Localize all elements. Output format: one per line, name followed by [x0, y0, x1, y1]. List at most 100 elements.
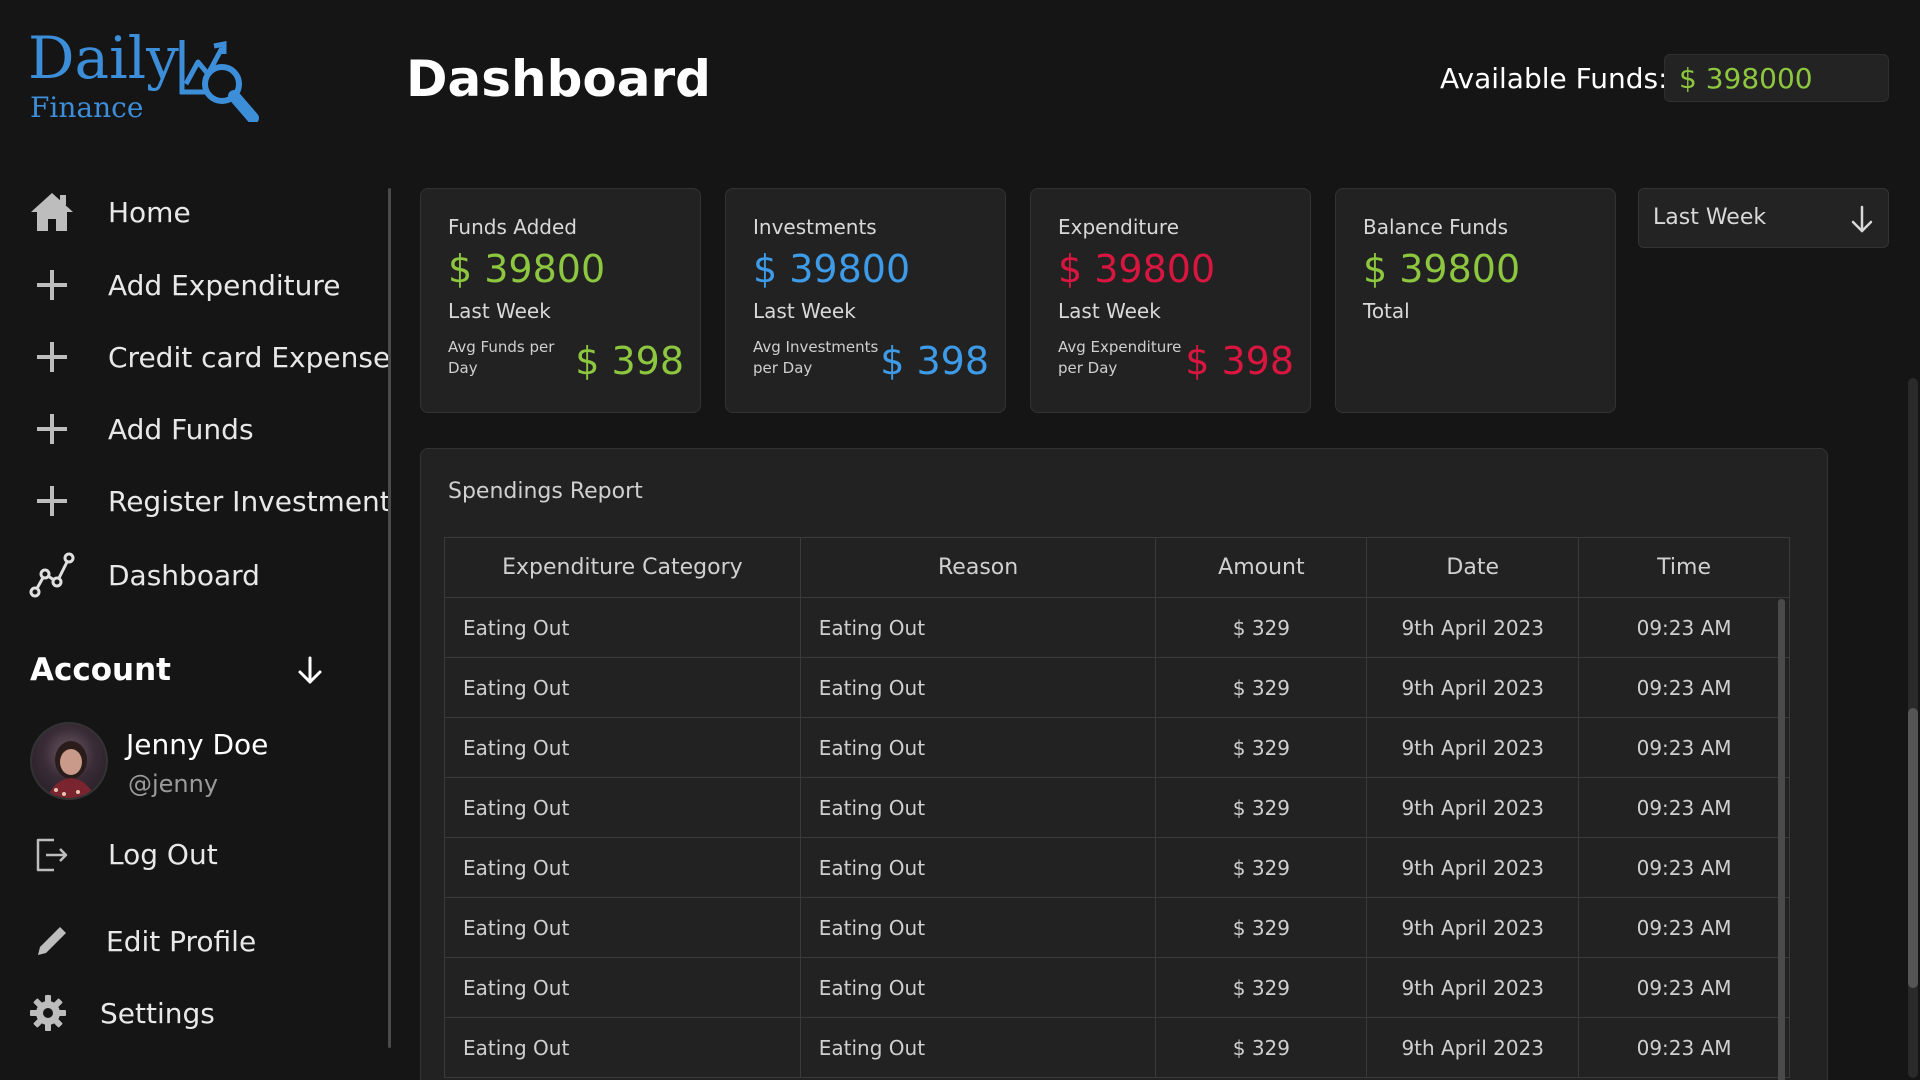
table-row[interactable]: Eating Out Eating Out $ 329 9th April 20…	[444, 597, 1790, 658]
column-header[interactable]: Date	[1366, 537, 1580, 598]
account-title: Account	[30, 652, 171, 688]
card-title: Investments	[753, 215, 877, 239]
sidebar-item-label: Dashboard	[108, 558, 260, 592]
logout-icon	[28, 830, 76, 878]
card-avg-label: Avg Expenditure per Day	[1058, 338, 1182, 377]
cell-category: Eating Out	[444, 1017, 801, 1078]
card-title: Balance Funds	[1363, 215, 1508, 239]
app-window: Daily Finance Home Add Expenditure Credi…	[0, 0, 1920, 1080]
card-period: Total	[1363, 299, 1410, 323]
cell-category: Eating Out	[444, 777, 801, 838]
card-avg-label: Avg Funds per Day	[448, 338, 555, 377]
chart-line-icon	[28, 551, 76, 599]
cell-reason: Eating Out	[799, 1017, 1157, 1078]
page-scrollbar[interactable]	[1908, 378, 1918, 1078]
table-row[interactable]: Eating Out Eating Out $ 329 9th April 20…	[444, 897, 1790, 958]
cell-reason: Eating Out	[799, 717, 1157, 778]
logo-wordmark: Daily	[28, 24, 179, 92]
cell-time: 09:23 AM	[1578, 897, 1790, 958]
cell-reason: Eating Out	[799, 657, 1157, 718]
sidebar-item-label: Register Investment	[108, 484, 391, 518]
cell-date: 9th April 2023	[1366, 777, 1580, 838]
sidebar-divider	[388, 188, 391, 1048]
column-header[interactable]: Expenditure Category	[444, 537, 801, 598]
settings-button[interactable]: Settings	[24, 985, 384, 1041]
card-title: Funds Added	[448, 215, 577, 239]
table-row[interactable]: Eating Out Eating Out $ 329 9th April 20…	[444, 657, 1790, 718]
logo-subtitle: Finance	[30, 91, 144, 124]
cell-time: 09:23 AM	[1578, 657, 1790, 718]
card-avg-value: $ 398	[575, 339, 684, 383]
edit-profile-label: Edit Profile	[106, 924, 257, 958]
sidebar-item-home[interactable]: Home	[28, 184, 388, 240]
cell-amount: $ 329	[1155, 717, 1368, 778]
sidebar-item-label: Credit card Expense	[108, 340, 391, 374]
arrow-down-icon[interactable]	[292, 652, 328, 688]
table-row[interactable]: Eating Out Eating Out $ 329 9th April 20…	[444, 777, 1790, 838]
available-funds-label: Available Funds:	[1440, 62, 1668, 95]
arrow-down-icon	[1851, 205, 1873, 233]
table-row[interactable]: Eating Out Eating Out $ 329 9th April 20…	[444, 717, 1790, 778]
table-row[interactable]: Eating Out Eating Out $ 329 9th April 20…	[444, 1017, 1790, 1078]
card-value: $ 39800	[1363, 247, 1521, 291]
cell-reason: Eating Out	[799, 897, 1157, 958]
cell-category: Eating Out	[444, 837, 801, 898]
plus-icon	[28, 261, 76, 309]
page-title: Dashboard	[406, 50, 711, 108]
cell-time: 09:23 AM	[1578, 777, 1790, 838]
cell-reason: Eating Out	[799, 837, 1157, 898]
investments-card: Investments $ 39800 Last Week Avg Invest…	[725, 188, 1006, 413]
card-value: $ 39800	[1058, 247, 1216, 291]
gear-icon	[24, 989, 72, 1037]
cell-category: Eating Out	[444, 597, 801, 658]
table-scrollbar-thumb[interactable]	[1778, 599, 1785, 1080]
edit-profile-button[interactable]: Edit Profile	[28, 913, 388, 969]
page-scrollbar-thumb[interactable]	[1908, 708, 1918, 988]
plus-icon	[28, 477, 76, 525]
period-dropdown-value: Last Week	[1653, 205, 1767, 230]
cell-amount: $ 329	[1155, 957, 1368, 1018]
card-period: Last Week	[753, 299, 856, 323]
sidebar-item-register-investment[interactable]: Register Investment	[28, 473, 391, 529]
sidebar-item-label: Home	[108, 195, 191, 229]
column-header[interactable]: Amount	[1155, 537, 1368, 598]
account-section-header: Account	[30, 646, 330, 694]
card-avg-value: $ 398	[1185, 339, 1294, 383]
table-row[interactable]: Eating Out Eating Out $ 329 9th April 20…	[444, 837, 1790, 898]
card-title: Expenditure	[1058, 215, 1180, 239]
column-header[interactable]: Reason	[799, 537, 1157, 598]
cell-time: 09:23 AM	[1578, 837, 1790, 898]
cell-date: 9th April 2023	[1366, 717, 1580, 778]
cell-amount: $ 329	[1155, 897, 1368, 958]
expenditure-card: Expenditure $ 39800 Last Week Avg Expend…	[1030, 188, 1311, 413]
spendings-report-panel: Spendings Report Expenditure Category Re…	[420, 448, 1828, 1080]
column-header[interactable]: Time	[1578, 537, 1790, 598]
table-row[interactable]: Eating Out Eating Out $ 329 9th April 20…	[444, 957, 1790, 1018]
app-logo[interactable]: Daily Finance	[28, 26, 278, 126]
logout-button[interactable]: Log Out	[28, 826, 388, 882]
cell-time: 09:23 AM	[1578, 717, 1790, 778]
cell-amount: $ 329	[1155, 657, 1368, 718]
card-period: Last Week	[1058, 299, 1161, 323]
sidebar-item-add-funds[interactable]: Add Funds	[28, 401, 388, 457]
period-dropdown[interactable]: Last Week	[1638, 188, 1889, 248]
cell-amount: $ 329	[1155, 1017, 1368, 1078]
sidebar-item-dashboard[interactable]: Dashboard	[28, 547, 388, 603]
card-period: Last Week	[448, 299, 551, 323]
sidebar-item-credit-card-expense[interactable]: Credit card Expense	[28, 329, 391, 385]
home-icon	[28, 188, 76, 236]
sidebar-item-add-expenditure[interactable]: Add Expenditure	[28, 257, 388, 313]
cell-date: 9th April 2023	[1366, 897, 1580, 958]
spendings-table: Expenditure Category Reason Amount Date …	[444, 537, 1790, 1078]
pencil-icon	[28, 917, 76, 965]
table-scrollbar[interactable]	[1778, 599, 1785, 1080]
settings-label: Settings	[100, 996, 215, 1030]
sidebar-item-label: Add Funds	[108, 412, 254, 446]
plus-icon	[28, 333, 76, 381]
cell-date: 9th April 2023	[1366, 597, 1580, 658]
user-handle: @jenny	[128, 770, 219, 798]
cell-date: 9th April 2023	[1366, 657, 1580, 718]
avatar[interactable]	[30, 722, 108, 800]
cell-date: 9th April 2023	[1366, 837, 1580, 898]
balance-funds-card: Balance Funds $ 39800 Total	[1335, 188, 1616, 413]
